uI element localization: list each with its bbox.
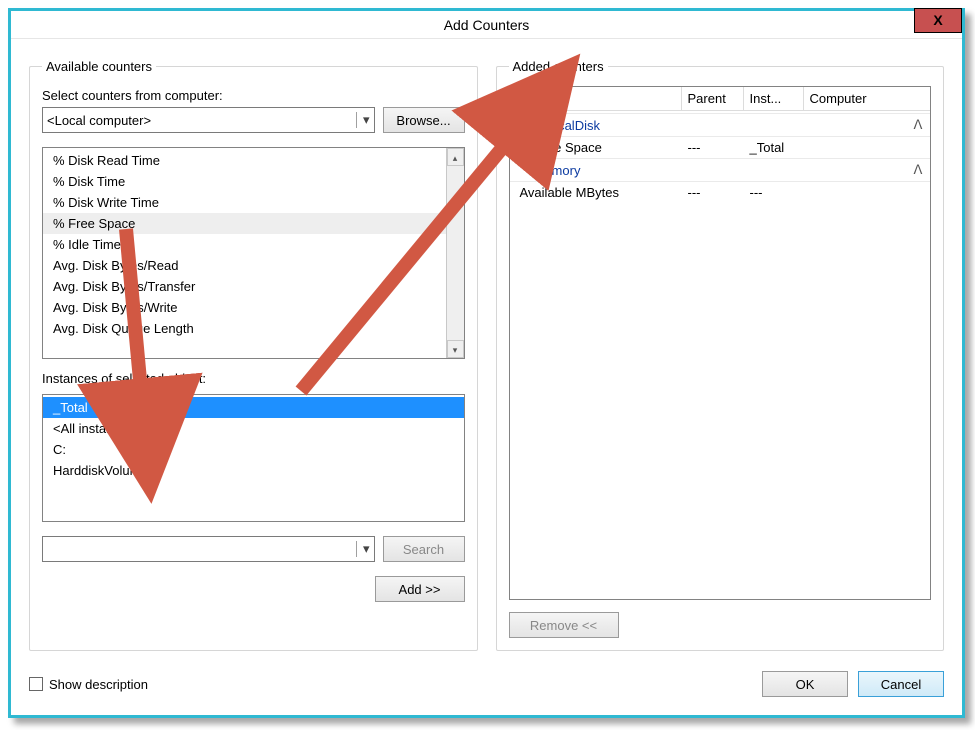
collapse-icon[interactable]: ᐱ: [914, 117, 923, 132]
show-description-label: Show description: [49, 677, 148, 692]
list-item[interactable]: <All instances>: [43, 418, 464, 439]
chevron-down-icon: ▾: [356, 541, 370, 557]
list-item[interactable]: % Free Space: [43, 213, 446, 234]
cancel-button[interactable]: Cancel: [858, 671, 944, 697]
list-item[interactable]: Avg. Disk Bytes/Transfer: [43, 276, 446, 297]
remove-button[interactable]: Remove <<: [509, 612, 619, 638]
show-description-checkbox[interactable]: Show description: [29, 677, 148, 692]
added-counters-legend: Added counters: [509, 59, 608, 74]
list-item[interactable]: % Idle Time: [43, 234, 446, 255]
col-inst[interactable]: Inst...: [744, 87, 804, 110]
titlebar: Add Counters X: [11, 11, 962, 39]
instances-listbox[interactable]: _Total<All instances>C:HarddiskVolume1: [42, 394, 465, 522]
list-item[interactable]: % Disk Write Time: [43, 192, 446, 213]
available-counters-listbox[interactable]: % Disk Read Time% Disk Time% Disk Write …: [42, 147, 465, 359]
table-header: Counter Parent Inst... Computer: [510, 87, 931, 111]
add-counters-dialog: Add Counters X Available counters Select…: [8, 8, 965, 718]
dialog-footer: Show description OK Cancel: [11, 659, 962, 715]
close-button[interactable]: X: [914, 8, 962, 33]
table-group-row[interactable]: LogicalDiskᐱ: [510, 113, 931, 137]
dialog-title: Add Counters: [444, 17, 530, 33]
list-item[interactable]: HarddiskVolume1: [43, 460, 464, 481]
ok-button[interactable]: OK: [762, 671, 848, 697]
col-parent[interactable]: Parent: [682, 87, 744, 110]
table-row[interactable]: Available MBytes------: [510, 182, 931, 203]
col-counter[interactable]: Counter: [510, 87, 682, 110]
available-counters-group: Available counters Select counters from …: [29, 59, 478, 651]
scrollbar[interactable]: ▴ ▾: [446, 148, 464, 358]
search-combo[interactable]: ▾: [42, 536, 375, 562]
instances-label: Instances of selected object:: [42, 371, 465, 386]
add-button[interactable]: Add >>: [375, 576, 465, 602]
browse-button[interactable]: Browse...: [383, 107, 465, 133]
available-counters-legend: Available counters: [42, 59, 156, 74]
added-counters-group: Added counters Counter Parent Inst... Co…: [496, 59, 945, 651]
table-group-row[interactable]: Memoryᐱ: [510, 158, 931, 182]
added-counters-table[interactable]: Counter Parent Inst... Computer LogicalD…: [509, 86, 932, 600]
table-row[interactable]: % Free Space---_Total: [510, 137, 931, 158]
col-computer[interactable]: Computer: [804, 87, 931, 110]
computer-combo[interactable]: <Local computer> ▾: [42, 107, 375, 133]
list-item[interactable]: Avg. Disk Bytes/Read: [43, 255, 446, 276]
collapse-icon[interactable]: ᐱ: [914, 162, 923, 177]
list-item[interactable]: Avg. Disk Bytes/Write: [43, 297, 446, 318]
scroll-down-icon[interactable]: ▾: [447, 340, 464, 358]
list-item[interactable]: C:: [43, 439, 464, 460]
list-item[interactable]: % Disk Time: [43, 171, 446, 192]
select-computer-label: Select counters from computer:: [42, 88, 465, 103]
content-area: Available counters Select counters from …: [11, 39, 962, 659]
chevron-down-icon: ▾: [356, 112, 370, 128]
checkbox-icon: [29, 677, 43, 691]
list-item[interactable]: _Total: [43, 397, 464, 418]
computer-combo-value: <Local computer>: [47, 113, 151, 128]
scroll-up-icon[interactable]: ▴: [447, 148, 464, 166]
list-item[interactable]: % Disk Read Time: [43, 150, 446, 171]
list-item[interactable]: Avg. Disk Queue Length: [43, 318, 446, 339]
search-button[interactable]: Search: [383, 536, 465, 562]
